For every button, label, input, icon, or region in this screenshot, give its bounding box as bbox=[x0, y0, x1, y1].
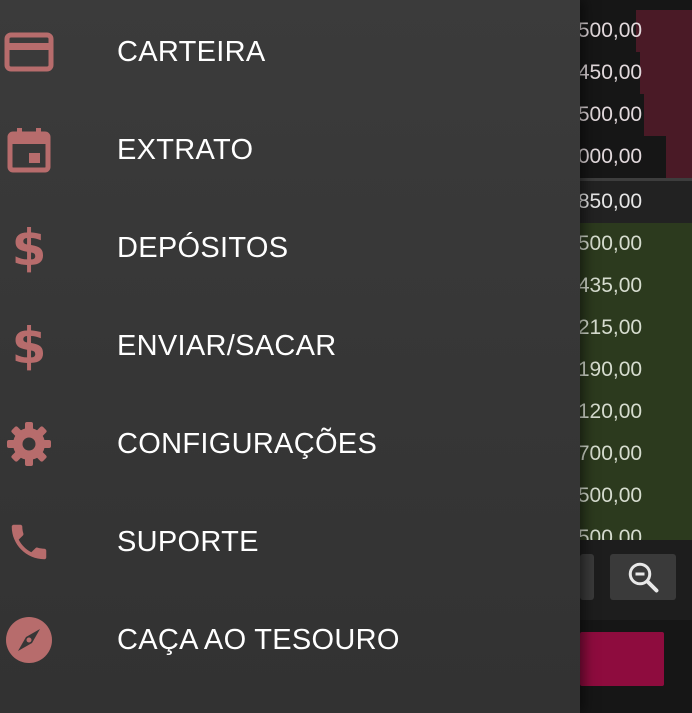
bid-price: .700,00 bbox=[580, 442, 643, 465]
dollar-icon: $ bbox=[11, 219, 47, 277]
last-price: .850,00 bbox=[580, 190, 643, 213]
menu-item-label: SUPORTE bbox=[117, 525, 259, 558]
app-screen: .500,00 .450,00 .500,00 .000,00 .850,00 … bbox=[0, 0, 692, 713]
order-book-bid-row[interactable]: .120,00 bbox=[580, 391, 692, 433]
menu-item-label: EXTRATO bbox=[117, 133, 254, 166]
ask-price: .450,00 bbox=[580, 61, 643, 84]
order-book-controls bbox=[580, 540, 692, 620]
menu-item-configuracoes[interactable]: CONFIGURAÇÕES bbox=[0, 395, 580, 493]
gear-icon bbox=[2, 417, 56, 471]
menu-item-label: DEPÓSITOS bbox=[117, 231, 289, 264]
price-step-input[interactable] bbox=[580, 554, 594, 600]
zoom-out-icon bbox=[628, 562, 659, 593]
menu-item-label: ENVIAR/SACAR bbox=[117, 329, 337, 362]
menu-item-suporte[interactable]: SUPORTE bbox=[0, 493, 580, 591]
menu-item-label: CARTEIRA bbox=[117, 35, 266, 68]
bid-price: .190,00 bbox=[580, 358, 643, 381]
phone-icon bbox=[2, 515, 56, 569]
order-book-bid-row[interactable]: .190,00 bbox=[580, 349, 692, 391]
order-book-bid-row[interactable]: .215,00 bbox=[580, 307, 692, 349]
zoom-out-button[interactable] bbox=[610, 554, 676, 600]
menu-item-extrato[interactable]: EXTRATO bbox=[0, 101, 580, 199]
ask-price: .500,00 bbox=[580, 103, 643, 126]
ask-price: .000,00 bbox=[580, 145, 643, 168]
dollar-icon: $ bbox=[11, 317, 47, 375]
order-book-bid-row[interactable]: .500,00 bbox=[580, 475, 692, 517]
bid-price: .120,00 bbox=[580, 400, 643, 423]
order-book-ask-row[interactable]: .500,00 bbox=[580, 94, 692, 136]
order-book-bid-row[interactable]: .435,00 bbox=[580, 265, 692, 307]
wallet-card-icon bbox=[2, 25, 56, 79]
menu-item-caca-ao-tesouro[interactable]: CAÇA AO TESOURO bbox=[0, 591, 580, 689]
order-book-ask-row[interactable]: .000,00 bbox=[580, 136, 692, 178]
menu-item-label: CONFIGURAÇÕES bbox=[117, 427, 378, 460]
ask-price: .500,00 bbox=[580, 19, 643, 42]
calendar-icon bbox=[2, 123, 56, 177]
navigation-drawer: CARTEIRA EXTRATO $ DEPÓSITOS $ ENVIAR/SA… bbox=[0, 0, 580, 713]
order-book-last-price: .850,00 bbox=[580, 181, 692, 223]
bid-price: .435,00 bbox=[580, 274, 643, 297]
order-book: .500,00 .450,00 .500,00 .000,00 .850,00 … bbox=[580, 0, 692, 713]
menu-item-label: CAÇA AO TESOURO bbox=[117, 623, 400, 656]
order-book-ask-row[interactable]: .500,00 bbox=[580, 10, 692, 52]
order-book-ask-row[interactable]: .450,00 bbox=[580, 52, 692, 94]
menu-item-enviar-sacar[interactable]: $ ENVIAR/SACAR bbox=[0, 297, 580, 395]
bid-price: .500,00 bbox=[580, 232, 643, 255]
compass-icon bbox=[2, 613, 56, 667]
menu-item-depositos[interactable]: $ DEPÓSITOS bbox=[0, 199, 580, 297]
bid-price: .500,00 bbox=[580, 484, 643, 507]
order-book-bid-row[interactable]: .500,00 bbox=[580, 223, 692, 265]
bid-price: .215,00 bbox=[580, 316, 643, 339]
sell-button[interactable] bbox=[580, 632, 664, 686]
order-book-bid-row[interactable]: .700,00 bbox=[580, 433, 692, 475]
menu-item-carteira[interactable]: CARTEIRA bbox=[0, 3, 580, 101]
